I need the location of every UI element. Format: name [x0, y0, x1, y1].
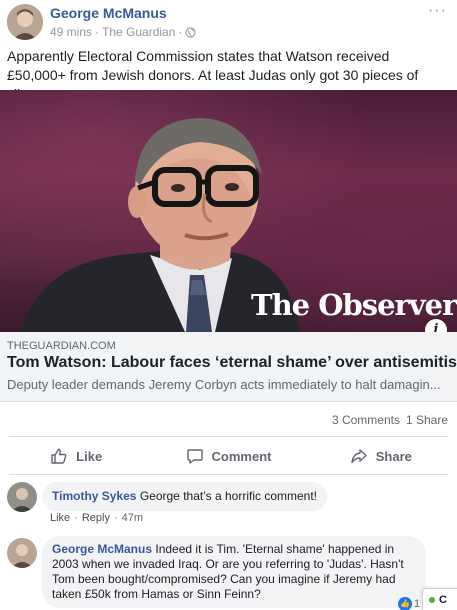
divider — [9, 436, 448, 437]
comment-text: George that’s a horrific comment! — [139, 489, 318, 503]
chat-tab-label: C — [439, 594, 447, 606]
engagement-counts: 3 Comments 1 Share — [332, 413, 448, 427]
like-label: Like — [76, 448, 103, 464]
globe-icon[interactable] — [185, 26, 197, 38]
meta-separator: · — [74, 512, 78, 524]
observer-wordmark: The Observer — [251, 288, 457, 322]
meta-separator: · — [178, 25, 183, 39]
meta-separator: · — [113, 512, 118, 524]
comment-author[interactable]: George McManus — [52, 542, 152, 556]
post-time[interactable]: 49 mins — [50, 25, 92, 39]
share-button[interactable]: Share — [305, 440, 457, 472]
like-reaction-icon: 👍 — [398, 597, 412, 610]
comments-count[interactable]: 3 Comments — [332, 413, 400, 427]
shares-count[interactable]: 1 Share — [406, 413, 448, 427]
action-bar: Like Comment Share — [0, 440, 457, 472]
comment-label: Comment — [211, 448, 272, 464]
commenter-avatar[interactable] — [7, 482, 37, 512]
post-author[interactable]: George McManus — [50, 5, 167, 21]
like-button[interactable]: Like — [0, 440, 152, 472]
commenter-avatar[interactable] — [7, 538, 37, 568]
post-header: George McManus 49 mins · The Guardian · … — [0, 0, 457, 44]
link-title[interactable]: Tom Watson: Labour faces ‘eternal shame’… — [7, 354, 457, 372]
comment-reply-link[interactable]: Reply — [82, 512, 110, 524]
post-meta: 49 mins · The Guardian · — [50, 25, 197, 39]
comment-meta: Like · Reply · 47m — [50, 512, 143, 524]
comment-like-link[interactable]: Like — [50, 512, 70, 524]
author-avatar[interactable] — [7, 4, 43, 40]
link-description: Deputy leader demands Jeremy Corbyn acts… — [7, 377, 441, 392]
comment-icon — [186, 449, 203, 464]
share-icon — [351, 449, 367, 464]
comment-time[interactable]: 47m — [122, 512, 143, 524]
meta-separator: · — [95, 25, 100, 39]
reaction-count: 1 — [414, 598, 421, 610]
comment-button[interactable]: Comment — [152, 440, 304, 472]
chat-tab[interactable]: C — [422, 588, 457, 610]
share-label: Share — [375, 448, 412, 464]
comment-bubble: Timothy Sykes George that’s a horrific c… — [42, 482, 328, 511]
link-preview-image[interactable]: The Observer — [0, 90, 457, 332]
comment-author[interactable]: Timothy Sykes — [52, 489, 136, 503]
thumbs-up-icon — [51, 448, 67, 464]
link-domain: THEGUARDIAN.COM — [7, 340, 116, 352]
divider — [9, 474, 448, 475]
more-options-icon[interactable]: ··· — [428, 2, 447, 20]
comment-bubble: George McManus Indeed it is Tim. 'Eterna… — [42, 536, 426, 608]
link-preview-box[interactable]: THEGUARDIAN.COM Tom Watson: Labour faces… — [0, 332, 457, 402]
online-status-icon — [429, 597, 435, 604]
post-via[interactable]: The Guardian — [102, 25, 175, 39]
